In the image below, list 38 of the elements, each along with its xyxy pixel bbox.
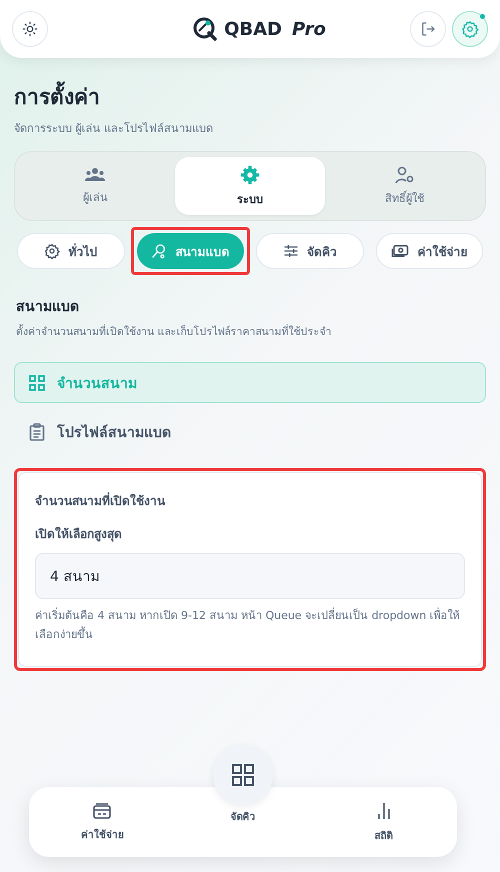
- users-icon: [85, 166, 106, 182]
- subsection-item[interactable]: โปรไฟล์สนามแบด: [14, 411, 486, 452]
- grid-icon: [232, 764, 254, 786]
- section-title: สนามแบด: [16, 298, 80, 317]
- settings-tab[interactable]: ผู้เล่น: [20, 157, 171, 215]
- settings-tab[interactable]: ระบบ: [174, 157, 326, 215]
- gear-icon: [240, 164, 260, 184]
- wallet-icon: [93, 802, 112, 818]
- category-chip[interactable]: ทั่วไป: [17, 233, 124, 269]
- logo-icon: [192, 16, 218, 42]
- bar-chart-icon: [376, 802, 392, 820]
- section-description: ตั้งค่าจำนวนสนามที่เปิดใช้งาน และเก็บโปรไฟล์ราคาสนามที่ใช้ประจำ: [16, 323, 332, 340]
- page-title: การตั้งค่า: [14, 80, 486, 113]
- settings-tab[interactable]: สิทธิ์ผู้ใช้: [329, 157, 480, 215]
- racket-icon: [151, 243, 168, 259]
- banknote-icon: [391, 243, 410, 259]
- settings-icon: [460, 20, 479, 38]
- brand-name: QBAD: [224, 18, 282, 40]
- clipboard-icon: [29, 422, 45, 440]
- settings-button[interactable]: [452, 11, 488, 47]
- court-count-field[interactable]: 4 สนาม: [35, 553, 465, 599]
- category-chip[interactable]: จัดคิว: [256, 233, 364, 269]
- theme-toggle-button[interactable]: [12, 11, 48, 47]
- field-hint: ค่าเริ่มต้นคือ 4 สนาม หากเปิด 9-12 สนาม หน้า Queue จะเปลี่ยนเป็น dropdown เพื่อให้เลือกง่ายขึ้น: [35, 607, 461, 643]
- nav-item[interactable]: ค่าใช้จ่าย: [29, 787, 176, 857]
- logout-button[interactable]: [410, 11, 446, 47]
- nav-item[interactable]: จัดคิว: [176, 745, 310, 857]
- card-title: จำนวนสนามที่เปิดใช้งาน: [35, 491, 166, 510]
- user-gear-icon: [394, 166, 415, 184]
- sliders-icon: [282, 243, 299, 259]
- field-label: เปิดให้เลือกสูงสุด: [35, 526, 123, 543]
- page-subtitle: จัดการระบบ ผู้เล่น และโปรไฟล์สนามแบด: [14, 121, 214, 137]
- nav-item[interactable]: สถิติ: [310, 787, 458, 857]
- brand-suffix: Pro: [292, 18, 326, 40]
- grid-icon: [29, 374, 45, 390]
- sun-icon: [22, 21, 38, 37]
- gear-icon: [44, 243, 60, 259]
- category-chip[interactable]: ค่าใช้จ่าย: [376, 233, 483, 269]
